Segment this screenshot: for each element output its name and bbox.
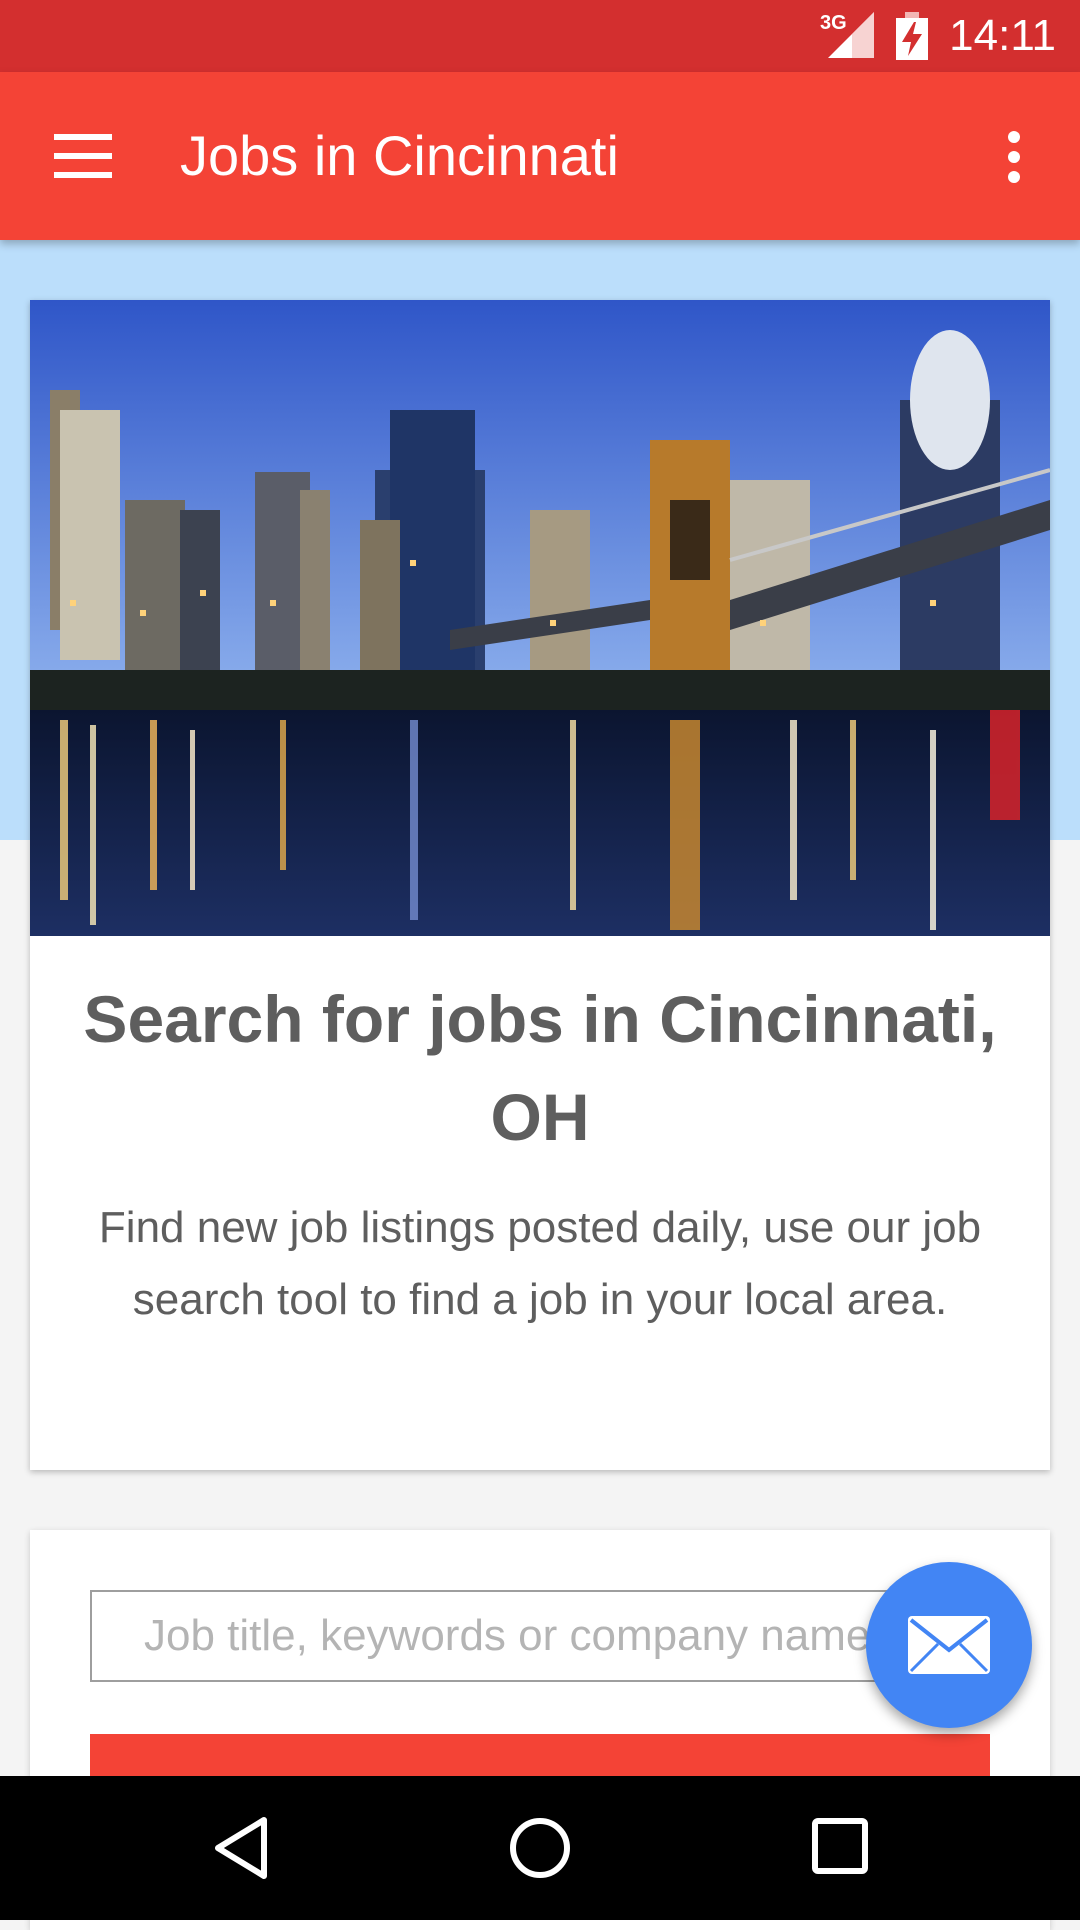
- app-title: Jobs in Cincinnati: [180, 124, 619, 187]
- status-time: 14:11: [949, 11, 1056, 60]
- status-bar: 3G 14:11: [0, 0, 1080, 72]
- app-bar: Jobs in Cincinnati: [0, 72, 1080, 240]
- hero-heading: Search for jobs in Cincinnati, OH: [83, 982, 997, 1154]
- menu-icon[interactable]: [54, 134, 112, 178]
- network-type-label: 3G: [820, 12, 847, 34]
- overflow-menu-icon[interactable]: [1000, 130, 1028, 184]
- hero-card: Search for jobs in Cincinnati, OH Find n…: [30, 300, 1050, 1470]
- email-fab[interactable]: [866, 1562, 1032, 1728]
- system-nav-bar: [0, 1776, 1080, 1920]
- home-icon[interactable]: [508, 1816, 572, 1880]
- hero-description: Find new job listings posted daily, use …: [98, 1203, 982, 1324]
- cincinnati-skyline-photo: [30, 300, 1050, 936]
- job-search-input[interactable]: [90, 1590, 970, 1682]
- mail-icon: [908, 1616, 990, 1674]
- back-icon[interactable]: [212, 1816, 270, 1880]
- battery-charging-icon: [896, 12, 928, 60]
- recents-icon[interactable]: [812, 1818, 868, 1874]
